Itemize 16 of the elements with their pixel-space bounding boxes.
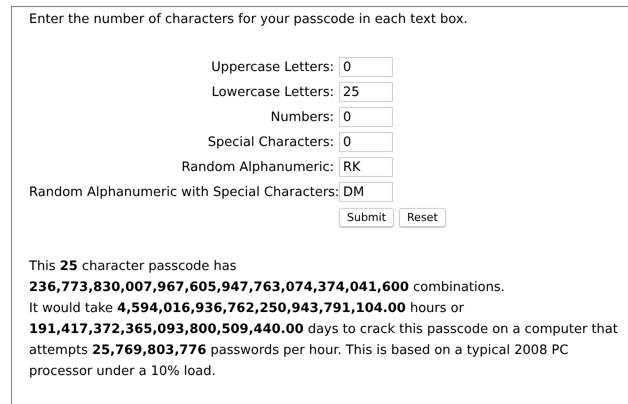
field-label: Special Characters: <box>206 134 334 150</box>
submit-button[interactable]: Submit <box>339 208 394 227</box>
result-paragraph: This 25 character passcode has 236,773,830,007,967,605,947,763,074,374,041,600 combinations. <box>29 258 506 297</box>
input-field[interactable]: 0 <box>339 132 393 152</box>
input-field[interactable]: DM <box>339 182 393 202</box>
reset-button[interactable]: Reset <box>399 208 446 227</box>
input-field[interactable]: 0 <box>339 107 393 127</box>
result-paragraph: It would take 4,594,016,936,762,250,943,791,104.00 hours or 191,417,372,365,093,800,509,440.00 days to crack this passcode on a computer that attempts 25,769,803,776 passwords per hour. This is based on a typical 2008 PC processor under a 10% load. <box>29 300 619 381</box>
field-label: Numbers: <box>270 110 334 124</box>
field-label: Random Alphanumeric: <box>180 160 334 174</box>
field-label: Uppercase Letters: <box>210 60 334 74</box>
input-field[interactable]: 25 <box>339 82 393 102</box>
instructions-text: Enter the number of characters for your passcode in each text box. <box>29 12 469 28</box>
field-label: Lowercase Letters: <box>210 84 334 100</box>
input-field[interactable]: 0 <box>339 57 393 77</box>
input-field[interactable]: RK <box>339 157 393 177</box>
